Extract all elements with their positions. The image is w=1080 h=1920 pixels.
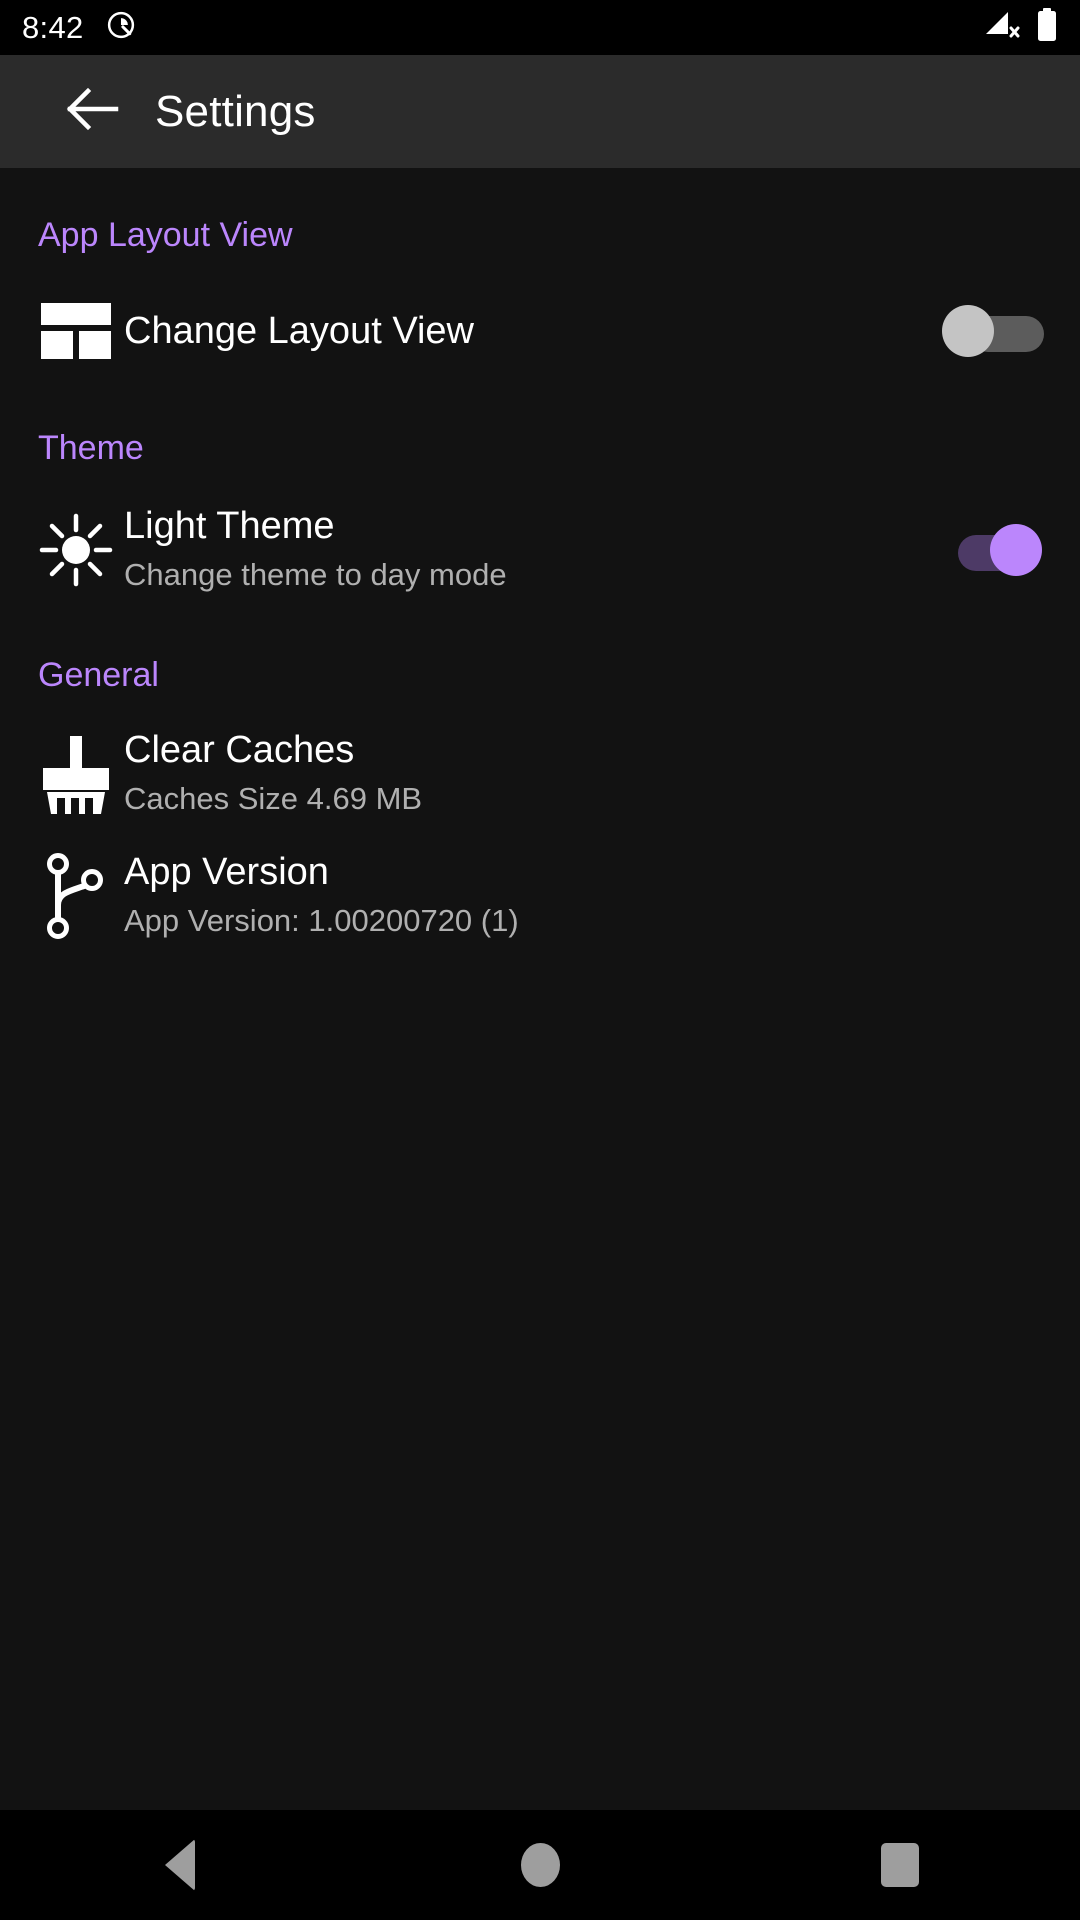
setting-subtitle: App Version: 1.00200720 (1) bbox=[124, 903, 519, 939]
triangle-back-icon bbox=[165, 1839, 195, 1891]
setting-row-texts: Change Layout View bbox=[124, 309, 948, 354]
nav-recents-button[interactable] bbox=[720, 1810, 1080, 1920]
layout-grid-icon bbox=[28, 301, 124, 361]
toggle-thumb bbox=[942, 305, 994, 357]
setting-row-clear-caches[interactable]: Clear Caches Caches Size 4.69 MB bbox=[0, 715, 1080, 833]
back-button[interactable] bbox=[58, 78, 126, 146]
nav-back-button[interactable] bbox=[0, 1810, 360, 1920]
setting-title: App Version bbox=[124, 851, 329, 894]
change-layout-view-toggle[interactable] bbox=[942, 305, 1044, 357]
status-bar: 8:42 bbox=[0, 0, 1080, 55]
setting-subtitle: Change theme to day mode bbox=[124, 557, 507, 593]
square-recents-icon bbox=[881, 1843, 919, 1887]
nav-home-button[interactable] bbox=[360, 1810, 720, 1920]
battery-full-icon bbox=[1036, 8, 1058, 47]
setting-row-texts: Light Theme Change theme to day mode bbox=[124, 504, 948, 595]
settings-list: App Layout View Change Layout View Theme bbox=[0, 168, 1080, 1810]
setting-row-app-version[interactable]: App Version App Version: 1.00200720 (1) bbox=[0, 837, 1080, 955]
section-header-general: General bbox=[38, 656, 159, 694]
status-bar-clock: 8:42 bbox=[22, 9, 84, 45]
phone-screen: 8:42 Settings App Layout View Change Lay… bbox=[0, 0, 1080, 1920]
setting-title: Light Theme bbox=[124, 505, 335, 548]
android-navigation-bar bbox=[0, 1810, 1080, 1920]
setting-row-light-theme[interactable]: Light Theme Change theme to day mode bbox=[0, 490, 1080, 610]
signal-no-sim-icon bbox=[982, 9, 1020, 46]
section-header-app-layout-view: App Layout View bbox=[38, 216, 293, 254]
setting-row-texts: App Version App Version: 1.00200720 (1) bbox=[124, 850, 1044, 941]
setting-title: Change Layout View bbox=[124, 309, 474, 352]
app-bar: Settings bbox=[0, 55, 1080, 168]
light-theme-toggle[interactable] bbox=[948, 524, 1044, 576]
page-title: Settings bbox=[155, 86, 316, 136]
setting-row-change-layout-view[interactable]: Change Layout View bbox=[0, 281, 1080, 381]
toggle-thumb bbox=[990, 524, 1042, 576]
setting-subtitle: Caches Size 4.69 MB bbox=[124, 781, 423, 817]
setting-row-texts: Clear Caches Caches Size 4.69 MB bbox=[124, 728, 1044, 819]
setting-title: Clear Caches bbox=[124, 729, 355, 772]
brush-icon bbox=[28, 732, 124, 816]
circle-home-icon bbox=[520, 1843, 560, 1887]
android-q-logo-icon bbox=[106, 10, 136, 45]
sun-icon bbox=[28, 510, 124, 590]
arrow-left-icon bbox=[64, 85, 120, 138]
git-branch-icon bbox=[28, 853, 124, 939]
status-bar-left: 8:42 bbox=[22, 10, 136, 46]
status-bar-right bbox=[982, 8, 1058, 47]
section-header-theme: Theme bbox=[38, 429, 144, 467]
